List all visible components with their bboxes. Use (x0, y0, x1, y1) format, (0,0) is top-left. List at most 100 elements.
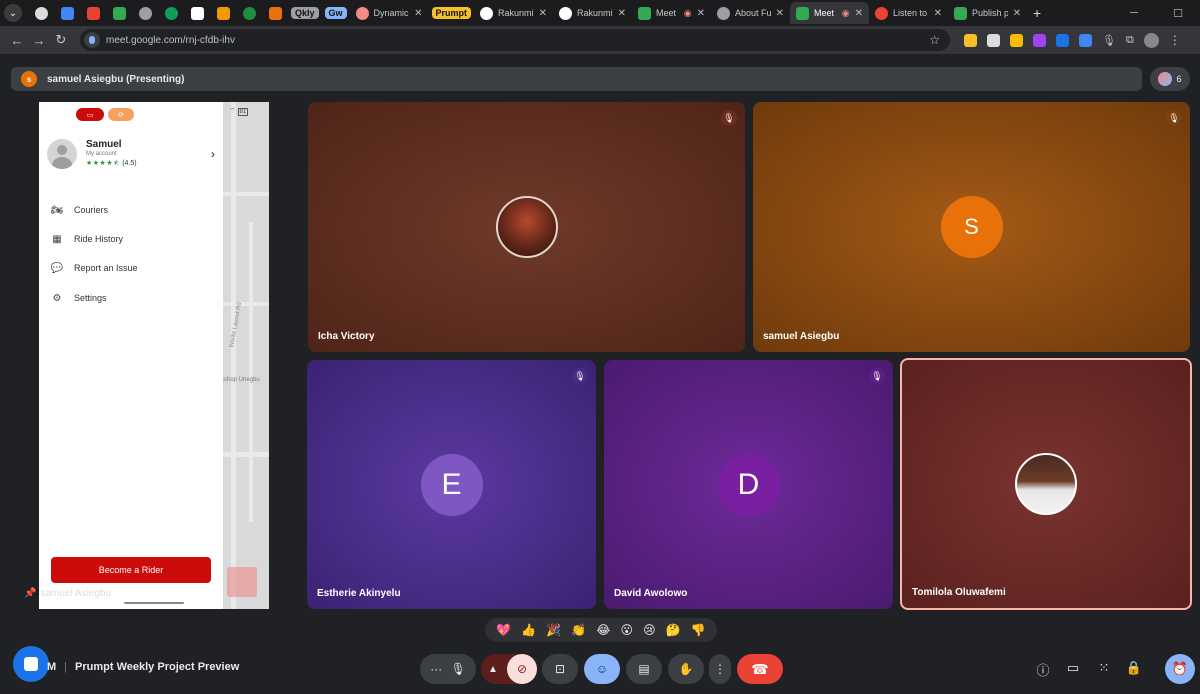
menu-item-ride-history[interactable]: ▦ Ride History (49, 231, 123, 247)
microphone-icon[interactable]: 🎙 (451, 662, 466, 676)
extension-icon[interactable] (1079, 33, 1092, 47)
clap-reaction-icon[interactable]: 👏 (571, 623, 586, 637)
participant-tile[interactable]: D 🎙 David Awolowo (604, 360, 893, 609)
extension-icon[interactable] (1010, 33, 1023, 47)
laugh-reaction-icon[interactable]: 😂 (596, 623, 610, 637)
host-controls-icon[interactable]: 🔒 (1125, 660, 1143, 676)
chevron-up-icon[interactable]: ▲ (481, 664, 505, 675)
extension-icon[interactable] (987, 33, 1000, 47)
link-favicon-icon (190, 6, 204, 20)
thinking-reaction-icon[interactable]: 🤔 (666, 623, 681, 637)
present-screen-button[interactable]: ⊡ (542, 654, 578, 684)
prumpt-chip[interactable]: Prumpt (431, 7, 472, 19)
become-rider-button[interactable]: Become a Rider (51, 557, 211, 583)
chat-icon[interactable]: ▭ (1064, 660, 1082, 676)
close-icon[interactable]: ✕ (776, 8, 784, 19)
gw-chip[interactable]: Gw (324, 7, 347, 19)
pinned-tab[interactable] (210, 2, 236, 24)
thumbs-up-reaction-icon[interactable]: 👍 (521, 623, 536, 637)
more-options-button[interactable]: ⋮ (709, 654, 731, 684)
timer-extension-button[interactable]: ⏰ (1165, 654, 1195, 684)
sad-reaction-icon[interactable]: 😢 (643, 623, 656, 637)
pinned-tab[interactable] (54, 2, 80, 24)
close-icon[interactable]: ✕ (934, 8, 942, 19)
address-bar[interactable]: meet.google.com/rnj-cfdb-ihv ☆ (80, 29, 950, 51)
meeting-details-icon[interactable]: ⓘ (1034, 660, 1052, 679)
qkly-chip[interactable]: Qkly (291, 7, 319, 19)
surprised-reaction-icon[interactable]: 😮 (621, 623, 634, 637)
browser-toolbar: ← → ↻ meet.google.com/rnj-cfdb-ihv ☆ 🎙 ⧉… (0, 26, 1200, 54)
pinned-tab[interactable] (132, 2, 158, 24)
bookmark-star-icon[interactable]: ☆ (929, 33, 940, 47)
present-icon: ⊡ (554, 662, 566, 676)
site-info-icon[interactable] (84, 32, 100, 48)
tab-search-chevron-icon[interactable]: ⌄ (4, 4, 22, 22)
pinned-tab[interactable] (262, 2, 288, 24)
profile-card[interactable]: Samuel My account ★★★★⯪ (4.5) › (47, 129, 215, 179)
wallet-pill-icon[interactable]: ▭ (76, 108, 104, 121)
tab-dynamic[interactable]: Dynamic ✕ (350, 2, 429, 24)
chrome-menu-icon[interactable]: ⋮ (1169, 33, 1181, 47)
tab-publish[interactable]: Publish p ✕ (948, 2, 1027, 24)
extension-icon[interactable] (1033, 33, 1046, 47)
close-icon[interactable]: ✕ (855, 8, 863, 19)
pinned-tab[interactable] (158, 2, 184, 24)
pinned-tab[interactable] (184, 2, 210, 24)
more-audio-options-icon[interactable]: ··· (430, 662, 442, 676)
close-icon[interactable]: ✕ (618, 8, 626, 19)
emoji-reactions-button[interactable]: ☺ (584, 654, 620, 684)
party-reaction-icon[interactable]: 🎉 (546, 623, 561, 637)
refresh-pill-icon[interactable]: ⟳ (108, 108, 134, 121)
tab-meet-1[interactable]: Meet ◉ ✕ (632, 2, 711, 24)
tab-about[interactable]: About Fu ✕ (711, 2, 790, 24)
profile-avatar[interactable] (1143, 32, 1159, 48)
participant-count: 6 (1176, 74, 1182, 84)
menu-item-couriers[interactable]: 🏍 Couriers (49, 202, 108, 218)
pinned-tab[interactable] (236, 2, 262, 24)
tab-rakunmi-2[interactable]: Rakunmi ✕ (553, 2, 632, 24)
close-icon[interactable]: ✕ (539, 8, 547, 19)
captions-button[interactable]: ▤ (626, 654, 662, 684)
participant-tile[interactable]: S 🎙 samuel Asiegbu (753, 102, 1190, 352)
tab-listen[interactable]: Listen to ✕ (869, 2, 948, 24)
close-icon[interactable]: ✕ (414, 8, 422, 19)
puzzle-extensions-icon[interactable]: ⧉ (1126, 34, 1134, 47)
status-bar: ⌔ 81 (229, 108, 249, 116)
minimize-icon[interactable]: ─ (1112, 7, 1156, 19)
pin-icon[interactable]: 📌 (24, 588, 36, 599)
activities-icon[interactable]: ⁙ (1095, 660, 1113, 676)
tab-meet-active[interactable]: Meet ◉ ✕ (790, 2, 870, 24)
mic-extension-icon[interactable]: 🎙 (1102, 34, 1116, 47)
raise-hand-button[interactable]: ✋ (668, 654, 704, 684)
close-icon[interactable]: ✕ (1013, 8, 1021, 19)
leave-call-button[interactable]: ☎ (737, 654, 783, 684)
tab-rakunmi-1[interactable]: Rakunmi ✕ (474, 2, 553, 24)
extension-icon[interactable] (1056, 33, 1069, 47)
menu-item-report-issue[interactable]: 💬 Report an Issue (49, 260, 138, 276)
camera-off-icon[interactable]: ⊘ (507, 654, 537, 684)
reload-icon[interactable]: ↻ (50, 32, 72, 48)
forward-icon[interactable]: → (28, 33, 50, 48)
pinned-tab[interactable] (80, 2, 106, 24)
meeting-title: Prumpt Weekly Project Preview (75, 661, 240, 673)
close-icon[interactable]: ✕ (697, 8, 705, 19)
back-icon[interactable]: ← (6, 33, 28, 48)
meet-favicon-icon (796, 6, 810, 20)
pinned-tab[interactable] (28, 2, 54, 24)
heart-reaction-icon[interactable]: 💖 (496, 623, 511, 637)
meeting-info: M | Prumpt Weekly Project Preview (47, 661, 239, 673)
menu-item-settings[interactable]: ⚙ Settings (49, 290, 107, 306)
pinned-tab[interactable] (106, 2, 132, 24)
pen-extension-icon[interactable] (964, 33, 977, 47)
thumbs-down-reaction-icon[interactable]: 👎 (691, 623, 706, 637)
participant-tile-speaking[interactable]: Tomilola Oluwafemi (900, 358, 1192, 610)
new-tab-button[interactable]: + (1033, 5, 1041, 21)
motorcycle-icon: 🏍 (50, 204, 64, 216)
companion-button[interactable] (13, 646, 49, 682)
participant-tile[interactable]: 🎙 Icha Victory (308, 102, 745, 352)
chat-icon: 💬 (50, 262, 64, 274)
maximize-icon[interactable]: ☐ (1156, 7, 1200, 20)
calendar-favicon-icon (60, 6, 74, 20)
participant-tile[interactable]: E 🎙 Estherie Akinyelu (307, 360, 596, 609)
participants-button[interactable]: 6 (1150, 67, 1190, 91)
